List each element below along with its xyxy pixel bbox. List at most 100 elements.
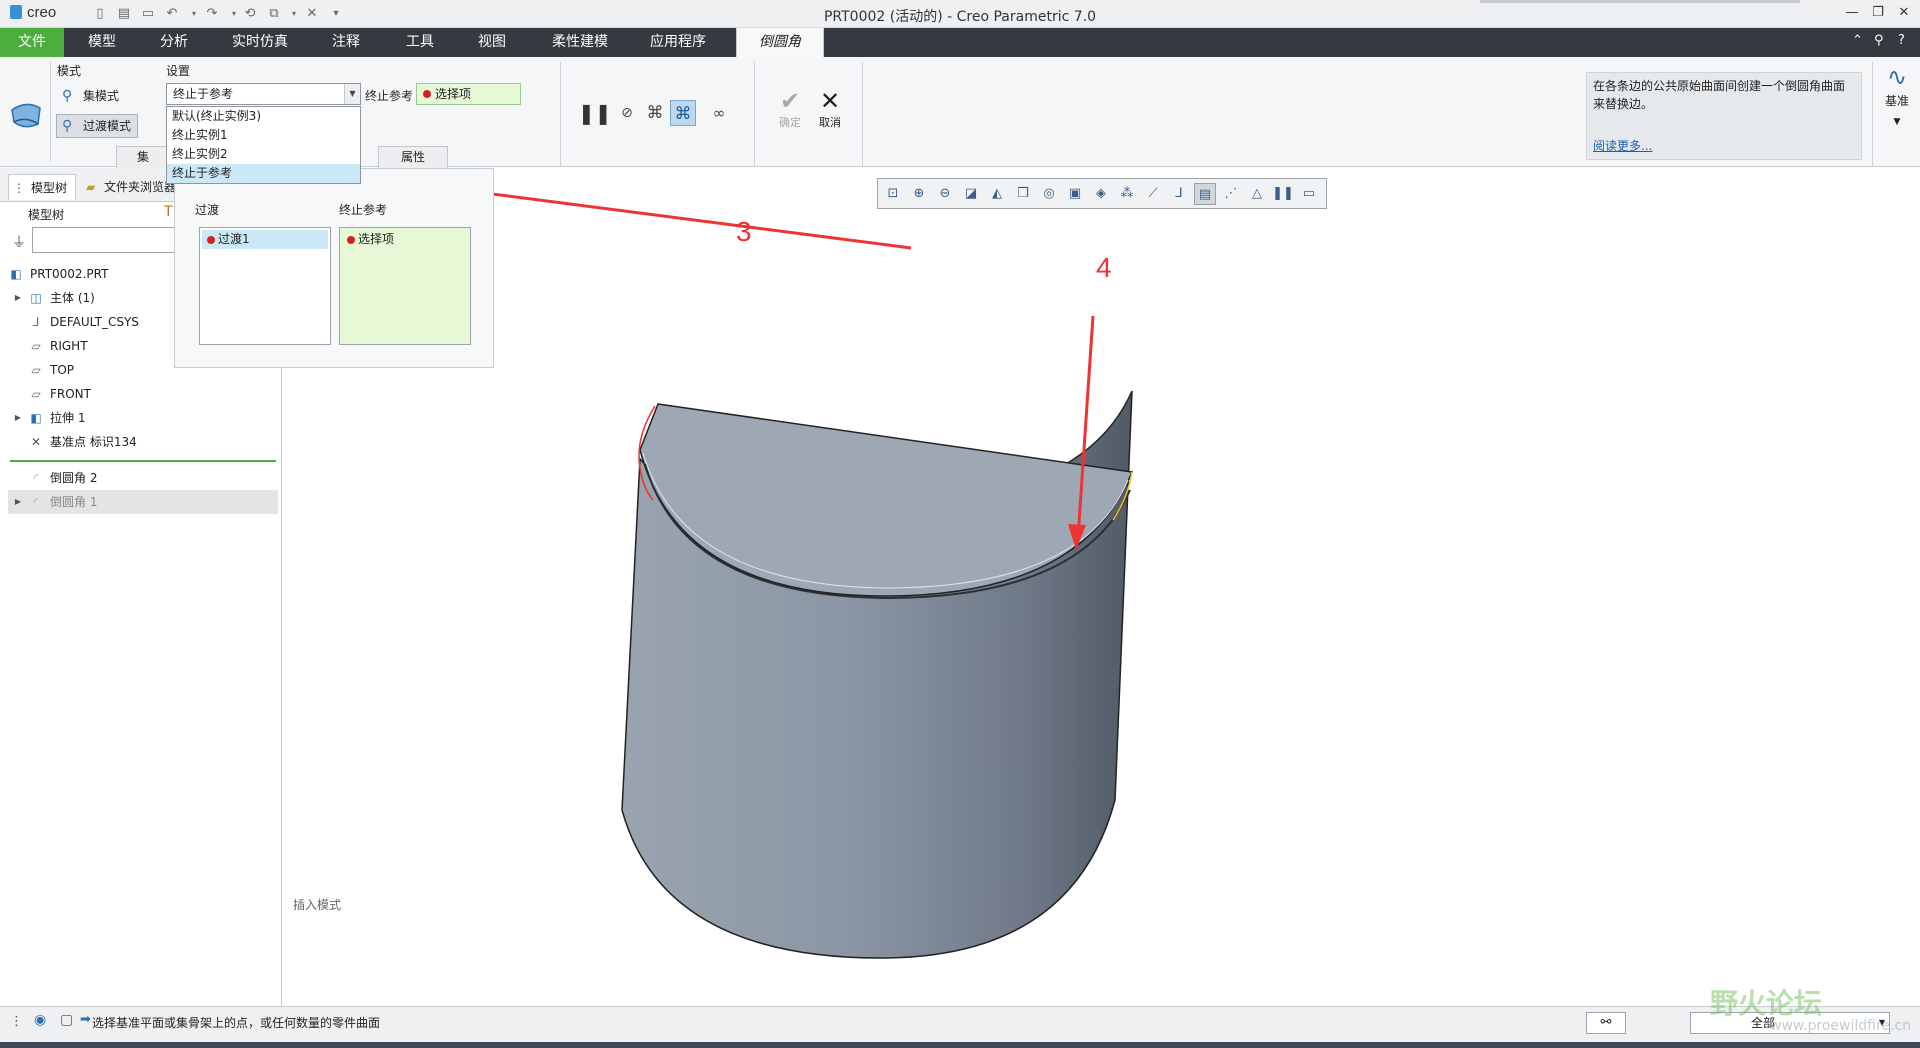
forum-watermark: 野火论坛 xyxy=(1710,987,1823,1020)
dropdown-option-default[interactable]: 默认(终止实例3) xyxy=(167,107,360,126)
tree-item-extrude[interactable]: ▶ ◧ 拉伸 1 xyxy=(15,406,298,430)
tab-round[interactable]: 倒圆角 xyxy=(736,28,824,57)
csys-display-icon[interactable]: ⅃ xyxy=(1168,183,1190,205)
forum-watermark-url: www.proewildfire.cn xyxy=(1770,1018,1912,1034)
geometry-preview-icon[interactable]: ⌘ xyxy=(670,100,696,126)
message-arrow-icon: ➡ xyxy=(80,1012,91,1027)
search-icon[interactable]: ⚲ xyxy=(1874,33,1884,48)
tab-tools[interactable]: 工具 xyxy=(392,28,448,57)
stop-ref-label: 终止参考 xyxy=(365,89,414,103)
stop-ref-item-label: 选择项 xyxy=(358,232,395,246)
no-preview-icon[interactable]: ⊘ xyxy=(614,100,640,126)
tree-search-input[interactable] xyxy=(32,227,177,253)
tab-model-tree[interactable]: ⋮ 模型树 xyxy=(8,174,76,200)
annotation-display-icon[interactable]: △ xyxy=(1246,183,1268,205)
tab-annotate[interactable]: 注释 xyxy=(318,28,374,57)
mode-group-label: 模式 xyxy=(57,64,82,78)
collapse-ribbon-icon[interactable]: ⌃ xyxy=(1852,33,1863,48)
minimize-button[interactable]: — xyxy=(1840,4,1864,22)
datum-curve-icon: ∿ xyxy=(1886,63,1908,91)
view-manager-icon[interactable]: ◎ xyxy=(1038,183,1060,205)
tree-item-front[interactable]: ▱ FRONT xyxy=(28,382,298,406)
help-text: 在各条边的公共原始曲面间创建一个倒圆角曲面来替换边。 xyxy=(1593,79,1846,111)
insert-here-line xyxy=(10,460,276,462)
cancel-button[interactable]: ✕ 取消 xyxy=(810,88,850,130)
model-tree-icon: ⋮ xyxy=(13,181,25,195)
transition-list[interactable]: 过渡1 xyxy=(199,227,331,345)
stop-ref-list-item[interactable]: 选择项 xyxy=(342,230,468,249)
set-mode-icon: ⚲ xyxy=(62,88,73,104)
csys-icon: ⅃ xyxy=(32,315,40,329)
tab-model[interactable]: 模型 xyxy=(74,28,130,57)
round-icon: ◜ xyxy=(33,495,39,509)
stop-ref-list-label: 终止参考 xyxy=(339,203,388,217)
point-display-icon[interactable]: ⋰ xyxy=(1220,183,1242,205)
tab-analysis[interactable]: 分析 xyxy=(146,28,202,57)
axis-display-icon[interactable]: ⟋ xyxy=(1142,183,1164,205)
tab-applications[interactable]: 应用程序 xyxy=(638,28,718,57)
expand-arrow-icon[interactable]: ▶ xyxy=(12,490,24,514)
datum-button[interactable]: ∿ 基准 ▼ xyxy=(1878,62,1916,127)
transition-list-item[interactable]: 过渡1 xyxy=(202,230,328,249)
pause-icon[interactable]: ❚❚ xyxy=(578,100,612,126)
restore-button[interactable]: ❐ xyxy=(1866,4,1890,22)
fullscreen-icon[interactable]: ▢ xyxy=(60,1012,73,1028)
expand-arrow-icon[interactable]: ▶ xyxy=(12,406,24,430)
help-icon[interactable]: ? xyxy=(1898,33,1905,48)
tree-item-label: TOP xyxy=(50,363,75,377)
refit-icon[interactable]: ⊡ xyxy=(882,183,904,205)
graphics-toolbar: ⊡ ⊕ ⊖ ◪ ◭ ❒ ◎ ▣ ◈ ⁂ ⟋ ⅃ ▤ ⋰ △ ❚❚ ▭ xyxy=(877,178,1327,209)
verify-glasses-icon[interactable]: ∞ xyxy=(706,100,732,126)
tab-properties[interactable]: 属性 xyxy=(378,146,448,168)
zoom-in-icon[interactable]: ⊕ xyxy=(908,183,930,205)
transition-type-dropdown: 默认(终止实例3) 终止实例1 终止实例2 终止于参考 xyxy=(166,106,361,184)
tab-realtime-sim[interactable]: 实时仿真 xyxy=(224,28,296,57)
model-tree-after-insert: ◜ 倒圆角 2 ▶ ◜ 倒圆角 1 xyxy=(8,466,278,514)
title-bar-strip xyxy=(1480,0,1800,3)
close-icon: ✕ xyxy=(819,87,841,115)
plane-icon: ▱ xyxy=(31,387,41,401)
set-mode-button[interactable]: ⚲ 集模式 xyxy=(56,84,140,108)
pause-animation-icon[interactable]: ❚❚ xyxy=(1272,183,1294,205)
stop-ref-collector[interactable]: 选择项 xyxy=(416,83,521,105)
dropdown-option-stop-1[interactable]: 终止实例1 xyxy=(167,126,360,145)
tree-item-round-2[interactable]: ◜ 倒圆角 2 xyxy=(28,466,298,490)
perspective-icon[interactable]: ▣ xyxy=(1064,183,1086,205)
zoom-out-icon[interactable]: ⊖ xyxy=(934,183,956,205)
tree-settings-icon[interactable]: T xyxy=(164,204,173,220)
tree-item-label: RIGHT xyxy=(50,339,88,353)
tab-view[interactable]: 视图 xyxy=(464,28,520,57)
transition-list-label: 过渡 xyxy=(195,203,220,217)
help-tip-box: 在各条边的公共原始曲面间创建一个倒圆角曲面来替换边。阅读更多... xyxy=(1586,72,1862,160)
filter-icon[interactable]: ⏚ xyxy=(12,232,26,252)
close-button[interactable]: ✕ xyxy=(1892,4,1916,22)
transition-mode-button[interactable]: ⚲ 过渡模式 xyxy=(56,114,138,138)
ok-label: 确定 xyxy=(779,116,801,129)
datum-display-icon[interactable]: ⁂ xyxy=(1116,183,1138,205)
chevron-down-icon[interactable]: ▼ xyxy=(344,84,360,104)
ribbon-divider xyxy=(1872,62,1873,166)
plane-display-icon[interactable]: ▤ xyxy=(1194,183,1216,205)
tab-flexible-modeling[interactable]: 柔性建模 xyxy=(542,28,618,57)
spin-center-icon[interactable]: ▭ xyxy=(1298,183,1320,205)
stop-ref-list[interactable]: 选择项 xyxy=(339,227,471,345)
section-icon[interactable]: ◈ xyxy=(1090,183,1112,205)
dropdown-option-stop-at-ref[interactable]: 终止于参考 xyxy=(167,164,360,183)
chevron-down-icon[interactable]: ▼ xyxy=(1878,117,1916,127)
tree-item-round-1[interactable]: ▶ ◜ 倒圆角 1 xyxy=(8,490,278,514)
attached-preview-icon[interactable]: ⌘ xyxy=(642,100,668,126)
tree-item-datum-point[interactable]: ✕ 基准点 标识134 xyxy=(28,430,298,454)
ok-button[interactable]: ✔ 确定 xyxy=(770,88,810,130)
saved-views-icon[interactable]: ❒ xyxy=(1012,183,1034,205)
display-style-icon[interactable]: ◭ xyxy=(986,183,1008,205)
read-more-link[interactable]: 阅读更多... xyxy=(1593,137,1652,155)
tab-file[interactable]: 文件 xyxy=(0,28,64,57)
model-tree-toggle-icon[interactable]: ⋮ xyxy=(10,1014,23,1029)
find-binoculars-icon[interactable]: ⚯ xyxy=(1586,1012,1626,1034)
transition-type-combo[interactable]: 终止于参考 ▼ xyxy=(166,83,361,105)
repaint-icon[interactable]: ◪ xyxy=(960,183,982,205)
tab-sets[interactable]: 集 xyxy=(116,146,170,168)
dropdown-option-stop-2[interactable]: 终止实例2 xyxy=(167,145,360,164)
browser-toggle-icon[interactable]: ◉ xyxy=(34,1012,46,1028)
expand-arrow-icon[interactable]: ▶ xyxy=(12,286,24,310)
